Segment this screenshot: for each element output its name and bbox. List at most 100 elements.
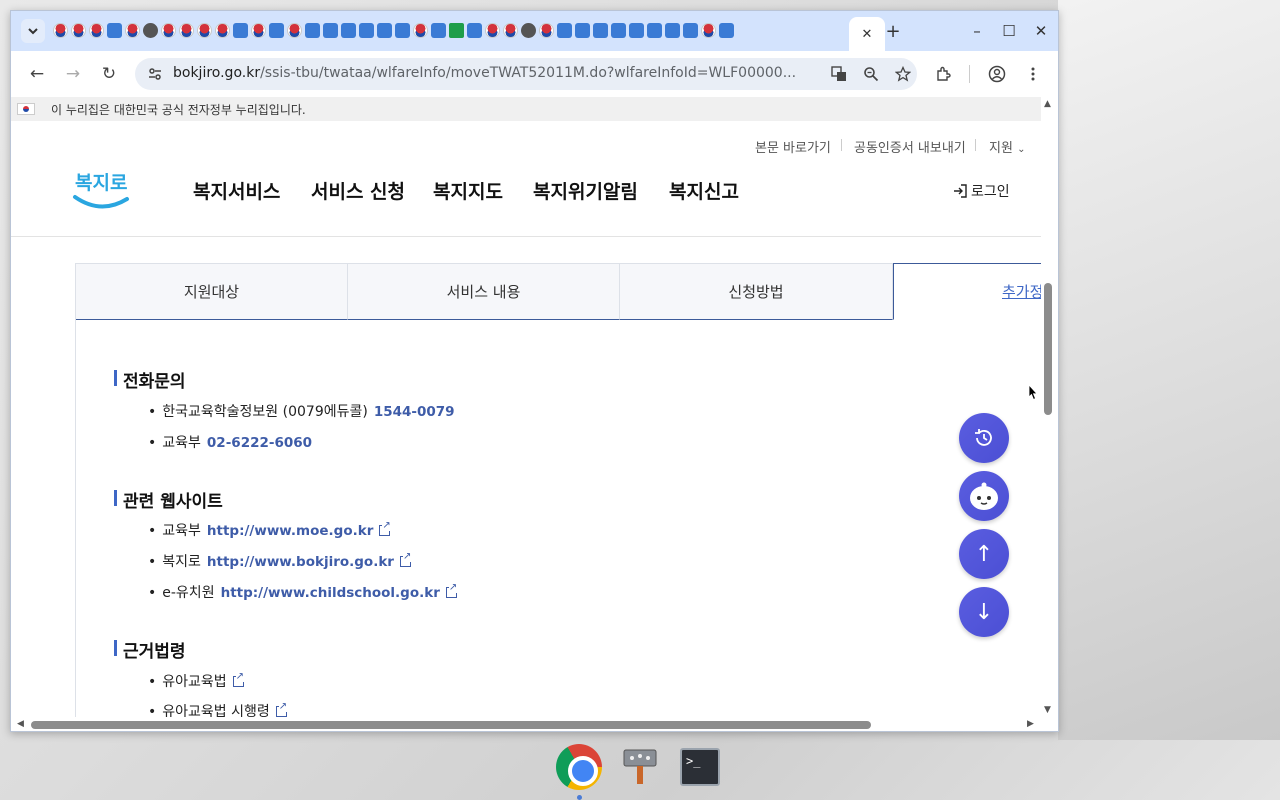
tab-favicon[interactable] <box>593 23 608 38</box>
chatbot-button[interactable] <box>959 471 1009 521</box>
scroll-left-arrow-icon[interactable]: ◀ <box>17 719 24 729</box>
tab-favicon[interactable] <box>467 23 482 38</box>
close-tab-icon[interactable]: ✕ <box>862 27 873 42</box>
dock-terminal[interactable]: >_ <box>677 744 723 790</box>
tab-panel: 전화문의 • 한국교육학술정보원 (0079에듀콜) 1544-0079 • 교… <box>75 319 1041 717</box>
gnb-welfare-report[interactable]: 복지신고 <box>669 177 739 204</box>
website-link[interactable]: http://www.moe.go.kr <box>207 523 373 539</box>
phone-link[interactable]: 02-6222-6060 <box>207 435 312 451</box>
back-button[interactable]: ← <box>25 62 49 86</box>
website-link[interactable]: http://www.childschool.go.kr <box>221 585 440 601</box>
tab-favicon[interactable] <box>539 23 554 38</box>
tab-additional-info[interactable]: 추가정보 <box>893 263 1041 320</box>
active-tab[interactable]: ✕ <box>849 17 885 51</box>
extensions-icon[interactable] <box>931 62 955 86</box>
gnb-crisis-alert[interactable]: 복지위기알림 <box>533 177 638 204</box>
law-label[interactable]: 유아교육법 시행령 <box>162 701 270 717</box>
recent-history-button[interactable] <box>959 413 1009 463</box>
cert-export-link[interactable]: 공동인증서 내보내기 <box>854 137 966 156</box>
tab-favicon[interactable] <box>197 23 212 38</box>
bokjiro-logo[interactable]: 복지로 <box>71 163 131 213</box>
tab-favicon[interactable] <box>701 23 716 38</box>
vertical-scrollbar[interactable]: ▲ ▼ <box>1041 97 1058 717</box>
gnb-service-apply[interactable]: 서비스 신청 <box>311 177 405 204</box>
zoom-icon[interactable] <box>861 64 881 84</box>
external-link-icon[interactable] <box>399 551 412 567</box>
bookmark-star-icon[interactable] <box>893 64 913 84</box>
list-item: • 한국교육학술정보원 (0079에듀콜) 1544-0079 <box>148 401 455 421</box>
scroll-up-arrow-icon[interactable]: ▲ <box>1044 99 1051 109</box>
law-label[interactable]: 유아교육법 <box>162 671 226 691</box>
login-button[interactable]: 로그인 <box>953 181 1010 201</box>
scroll-bottom-button[interactable]: ↓ <box>959 587 1009 637</box>
horizontal-scroll-thumb[interactable] <box>31 721 871 729</box>
tab-favicon[interactable] <box>431 23 446 38</box>
tab-favicon[interactable] <box>665 23 680 38</box>
translate-icon[interactable] <box>829 64 849 84</box>
tab-favicon[interactable] <box>377 23 392 38</box>
tab-favicon[interactable] <box>53 23 68 38</box>
bullet: • <box>148 585 157 601</box>
tab-favicon[interactable] <box>89 23 104 38</box>
website-link[interactable]: http://www.bokjiro.go.kr <box>207 554 394 570</box>
horizontal-scrollbar[interactable]: ◀ ▶ <box>11 717 1041 731</box>
tab-search-button[interactable] <box>21 19 45 43</box>
menu-icon[interactable] <box>1021 62 1045 86</box>
tab-favicon[interactable] <box>143 23 158 38</box>
tab-favicon[interactable] <box>503 23 518 38</box>
phone-link[interactable]: 1544-0079 <box>374 404 455 420</box>
reload-button[interactable]: ↻ <box>97 62 121 86</box>
tab-favicon[interactable] <box>629 23 644 38</box>
tab-favicon[interactable] <box>413 23 428 38</box>
tab-service-content[interactable]: 서비스 내용 <box>347 263 620 320</box>
tab-favicon[interactable] <box>557 23 572 38</box>
tab-favicon[interactable] <box>359 23 374 38</box>
address-bar[interactable]: bokjiro.go.kr/ssis-tbu/twataa/wlfareInfo… <box>135 58 917 90</box>
external-link-icon[interactable] <box>275 701 288 717</box>
tab-favicon[interactable] <box>71 23 86 38</box>
close-window-button[interactable]: ✕ <box>1031 21 1051 41</box>
tab-favicon[interactable] <box>305 23 320 38</box>
tab-favicon[interactable] <box>683 23 698 38</box>
tab-favicon[interactable] <box>485 23 500 38</box>
tab-favicon[interactable] <box>269 23 284 38</box>
maximize-button[interactable]: ☐ <box>999 21 1019 41</box>
tab-how-to-apply[interactable]: 신청방법 <box>619 263 893 320</box>
support-menu[interactable]: 지원 ⌄ <box>989 137 1025 156</box>
tab-favicon[interactable] <box>161 23 176 38</box>
tab-favicon[interactable] <box>449 23 464 38</box>
tab-favicon[interactable] <box>107 23 122 38</box>
tab-favicon[interactable] <box>719 23 734 38</box>
tab-favicon[interactable] <box>179 23 194 38</box>
external-link-icon[interactable] <box>379 520 391 536</box>
tab-favicon[interactable] <box>125 23 140 38</box>
tab-eligibility[interactable]: 지원대상 <box>75 263 348 320</box>
external-link-icon[interactable] <box>232 671 245 687</box>
tab-favicon[interactable] <box>611 23 626 38</box>
skip-to-content-link[interactable]: 본문 바로가기 <box>755 137 831 156</box>
tab-favicon[interactable] <box>575 23 590 38</box>
new-tab-button[interactable]: + <box>883 21 903 42</box>
minimize-button[interactable]: – <box>967 21 987 41</box>
gnb-welfare-service[interactable]: 복지서비스 <box>193 177 280 204</box>
site-info-icon[interactable] <box>145 64 165 84</box>
tab-favicon[interactable] <box>215 23 230 38</box>
tab-favicon[interactable] <box>647 23 662 38</box>
tab-favicon[interactable] <box>287 23 302 38</box>
gnb-welfare-map[interactable]: 복지지도 <box>433 177 503 204</box>
tab-favicon[interactable] <box>395 23 410 38</box>
profile-icon[interactable] <box>985 62 1009 86</box>
tab-favicon[interactable] <box>251 23 266 38</box>
tab-favicon[interactable] <box>341 23 356 38</box>
scroll-down-arrow-icon[interactable]: ▼ <box>1044 705 1051 715</box>
scroll-right-arrow-icon[interactable]: ▶ <box>1027 719 1034 729</box>
tab-favicon[interactable] <box>323 23 338 38</box>
tab-favicon[interactable] <box>521 23 536 38</box>
external-link-icon[interactable] <box>445 582 458 598</box>
dock-chrome[interactable] <box>556 744 602 790</box>
scroll-top-button[interactable]: ↑ <box>959 529 1009 579</box>
dock-tool-app[interactable] <box>617 744 663 790</box>
tab-favicon[interactable] <box>233 23 248 38</box>
vertical-scroll-thumb[interactable] <box>1044 283 1052 415</box>
forward-button[interactable]: → <box>61 62 85 86</box>
